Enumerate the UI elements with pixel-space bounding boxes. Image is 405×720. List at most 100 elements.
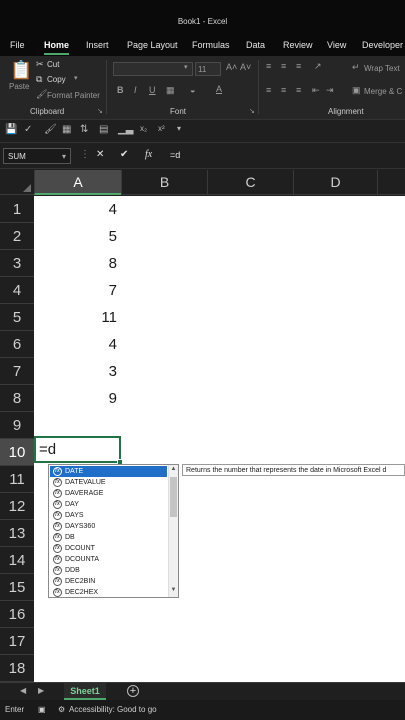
row-header[interactable]: 7 [0, 358, 34, 385]
sort-icon[interactable]: ⇅ [80, 124, 88, 135]
row-header[interactable]: 3 [0, 250, 34, 277]
autocomplete-item[interactable]: fx DATE [50, 466, 167, 477]
cell-a8[interactable]: 9 [34, 385, 120, 412]
new-sheet-button[interactable]: + [127, 685, 139, 697]
insert-function-button[interactable]: fx [145, 149, 152, 160]
tab-developer[interactable]: Developer [362, 40, 403, 50]
format-painter-qat-icon[interactable]: 🖌 [44, 124, 57, 135]
copy-dropdown-icon[interactable]: ▾ [74, 74, 78, 82]
save-icon[interactable]: 💾 [5, 124, 17, 135]
subscript-icon[interactable]: x₂ [140, 124, 147, 133]
active-cell-a10[interactable]: =d [34, 436, 123, 465]
column-header-e[interactable] [377, 170, 405, 195]
worksheet-grid[interactable]: 4 5 8 7 11 4 3 9 =d fx DATE fx DATEVALUE f… [34, 196, 405, 682]
superscript-icon[interactable]: x² [158, 124, 165, 133]
cell-a6[interactable]: 4 [34, 331, 120, 358]
font-launcher-icon[interactable]: ↘ [249, 107, 255, 115]
fill-color-icon[interactable]: ◒ [190, 85, 195, 95]
autocomplete-item[interactable]: fx DCOUNT [50, 543, 167, 554]
row-header[interactable]: 6 [0, 331, 34, 358]
cut-button[interactable]: Cut [47, 60, 59, 69]
orientation-icon[interactable]: ↗ [314, 61, 322, 72]
formula-input[interactable]: =d [170, 150, 180, 160]
scroll-down-icon[interactable]: ▼ [169, 587, 178, 593]
tab-home[interactable]: Home [44, 40, 70, 55]
tab-insert[interactable]: Insert [86, 40, 109, 50]
cancel-button[interactable]: ✕ [96, 149, 104, 160]
font-color-icon[interactable]: A [216, 84, 222, 94]
chart-icon[interactable]: ▤ [99, 124, 108, 135]
row-header[interactable]: 2 [0, 223, 34, 250]
customize-qat-icon[interactable]: ▾ [177, 124, 181, 133]
align-right-icon[interactable]: ≡ [296, 85, 301, 95]
copy-button[interactable]: Copy [47, 75, 66, 84]
shrink-font-button[interactable]: A˅ [240, 62, 251, 72]
sheet-tab-sheet1[interactable]: Sheet1 [64, 683, 106, 700]
cell-a4[interactable]: 7 [34, 277, 120, 304]
tab-page-layout[interactable]: Page Layout [127, 40, 178, 50]
autocomplete-item[interactable]: fx DEC2HEX [50, 587, 167, 598]
accessibility-status[interactable]: Accessibility: Good to go [69, 705, 157, 714]
autocomplete-item[interactable]: fx DAY [50, 499, 167, 510]
macro-recording-icon[interactable]: ▣ [38, 705, 46, 714]
row-header[interactable]: 13 [0, 520, 34, 547]
row-header[interactable]: 8 [0, 385, 34, 412]
decrease-indent-icon[interactable]: ⇤ [312, 85, 320, 96]
align-left-icon[interactable]: ≡ [266, 85, 271, 95]
top-align-icon[interactable]: ≡ [266, 61, 271, 71]
grow-font-button[interactable]: A˄ [226, 62, 237, 72]
merge-center-button[interactable]: Merge & C [364, 87, 402, 96]
row-header[interactable]: 17 [0, 628, 34, 655]
cell-a1[interactable]: 4 [34, 196, 120, 223]
format-painter-button[interactable]: Format Painter [47, 91, 100, 100]
underline-button[interactable]: U [149, 85, 156, 95]
next-sheet-icon[interactable]: ▶ [38, 686, 44, 695]
row-header-selected[interactable]: 10 [0, 439, 34, 466]
wrap-text-button[interactable]: Wrap Text [364, 64, 400, 73]
scrollbar-thumb[interactable] [170, 477, 177, 517]
borders-icon[interactable]: ▦ [166, 85, 175, 96]
column-header-a[interactable]: A [34, 170, 121, 195]
increase-indent-icon[interactable]: ⇥ [326, 85, 334, 96]
row-header[interactable]: 5 [0, 304, 34, 331]
function-autocomplete-list[interactable]: fx DATE fx DATEVALUE fx DAVERAGE fx DAY fx DA… [48, 464, 179, 598]
row-header[interactable]: 18 [0, 655, 34, 682]
scroll-up-icon[interactable]: ▲ [169, 466, 178, 472]
row-header[interactable]: 15 [0, 574, 34, 601]
spelling-icon[interactable]: ✓ [24, 124, 32, 135]
tab-view[interactable]: View [327, 40, 346, 50]
clipboard-launcher-icon[interactable]: ↘ [97, 107, 103, 115]
tab-file[interactable]: File [10, 40, 25, 50]
print-preview-icon[interactable]: ▦ [62, 124, 71, 135]
autocomplete-item[interactable]: fx DCOUNTA [50, 554, 167, 565]
tab-data[interactable]: Data [246, 40, 265, 50]
row-header[interactable]: 9 [0, 412, 34, 439]
row-header[interactable]: 16 [0, 601, 34, 628]
tab-review[interactable]: Review [283, 40, 313, 50]
column-header-c[interactable]: C [207, 170, 293, 195]
autocomplete-scrollbar[interactable]: ▲ ▼ [168, 465, 178, 597]
select-all-button[interactable] [0, 170, 34, 195]
italic-button[interactable]: I [134, 85, 137, 95]
column-header-d[interactable]: D [293, 170, 377, 195]
cell-a3[interactable]: 8 [34, 250, 120, 277]
autocomplete-item[interactable]: fx DB [50, 532, 167, 543]
row-header[interactable]: 11 [0, 466, 34, 493]
name-box[interactable]: SUM ▾ [3, 148, 71, 164]
autocomplete-item[interactable]: fx DAVERAGE [50, 488, 167, 499]
enter-button[interactable]: ✔ [120, 149, 128, 160]
column-header-b[interactable]: B [121, 170, 207, 195]
column-chart-icon[interactable]: ▁▃ [118, 124, 133, 135]
row-header[interactable]: 4 [0, 277, 34, 304]
autocomplete-item[interactable]: fx DATEVALUE [50, 477, 167, 488]
autocomplete-item[interactable]: fx DAYS360 [50, 521, 167, 532]
row-header[interactable]: 1 [0, 196, 34, 223]
autocomplete-item[interactable]: fx DAYS [50, 510, 167, 521]
tab-formulas[interactable]: Formulas [192, 40, 230, 50]
name-box-dropdown-icon[interactable]: ▾ [62, 152, 66, 161]
font-size-select[interactable]: 11 [195, 62, 221, 76]
middle-align-icon[interactable]: ≡ [281, 61, 286, 71]
cell-a2[interactable]: 5 [34, 223, 120, 250]
bold-button[interactable]: B [117, 85, 124, 95]
autocomplete-item[interactable]: fx DDB [50, 565, 167, 576]
